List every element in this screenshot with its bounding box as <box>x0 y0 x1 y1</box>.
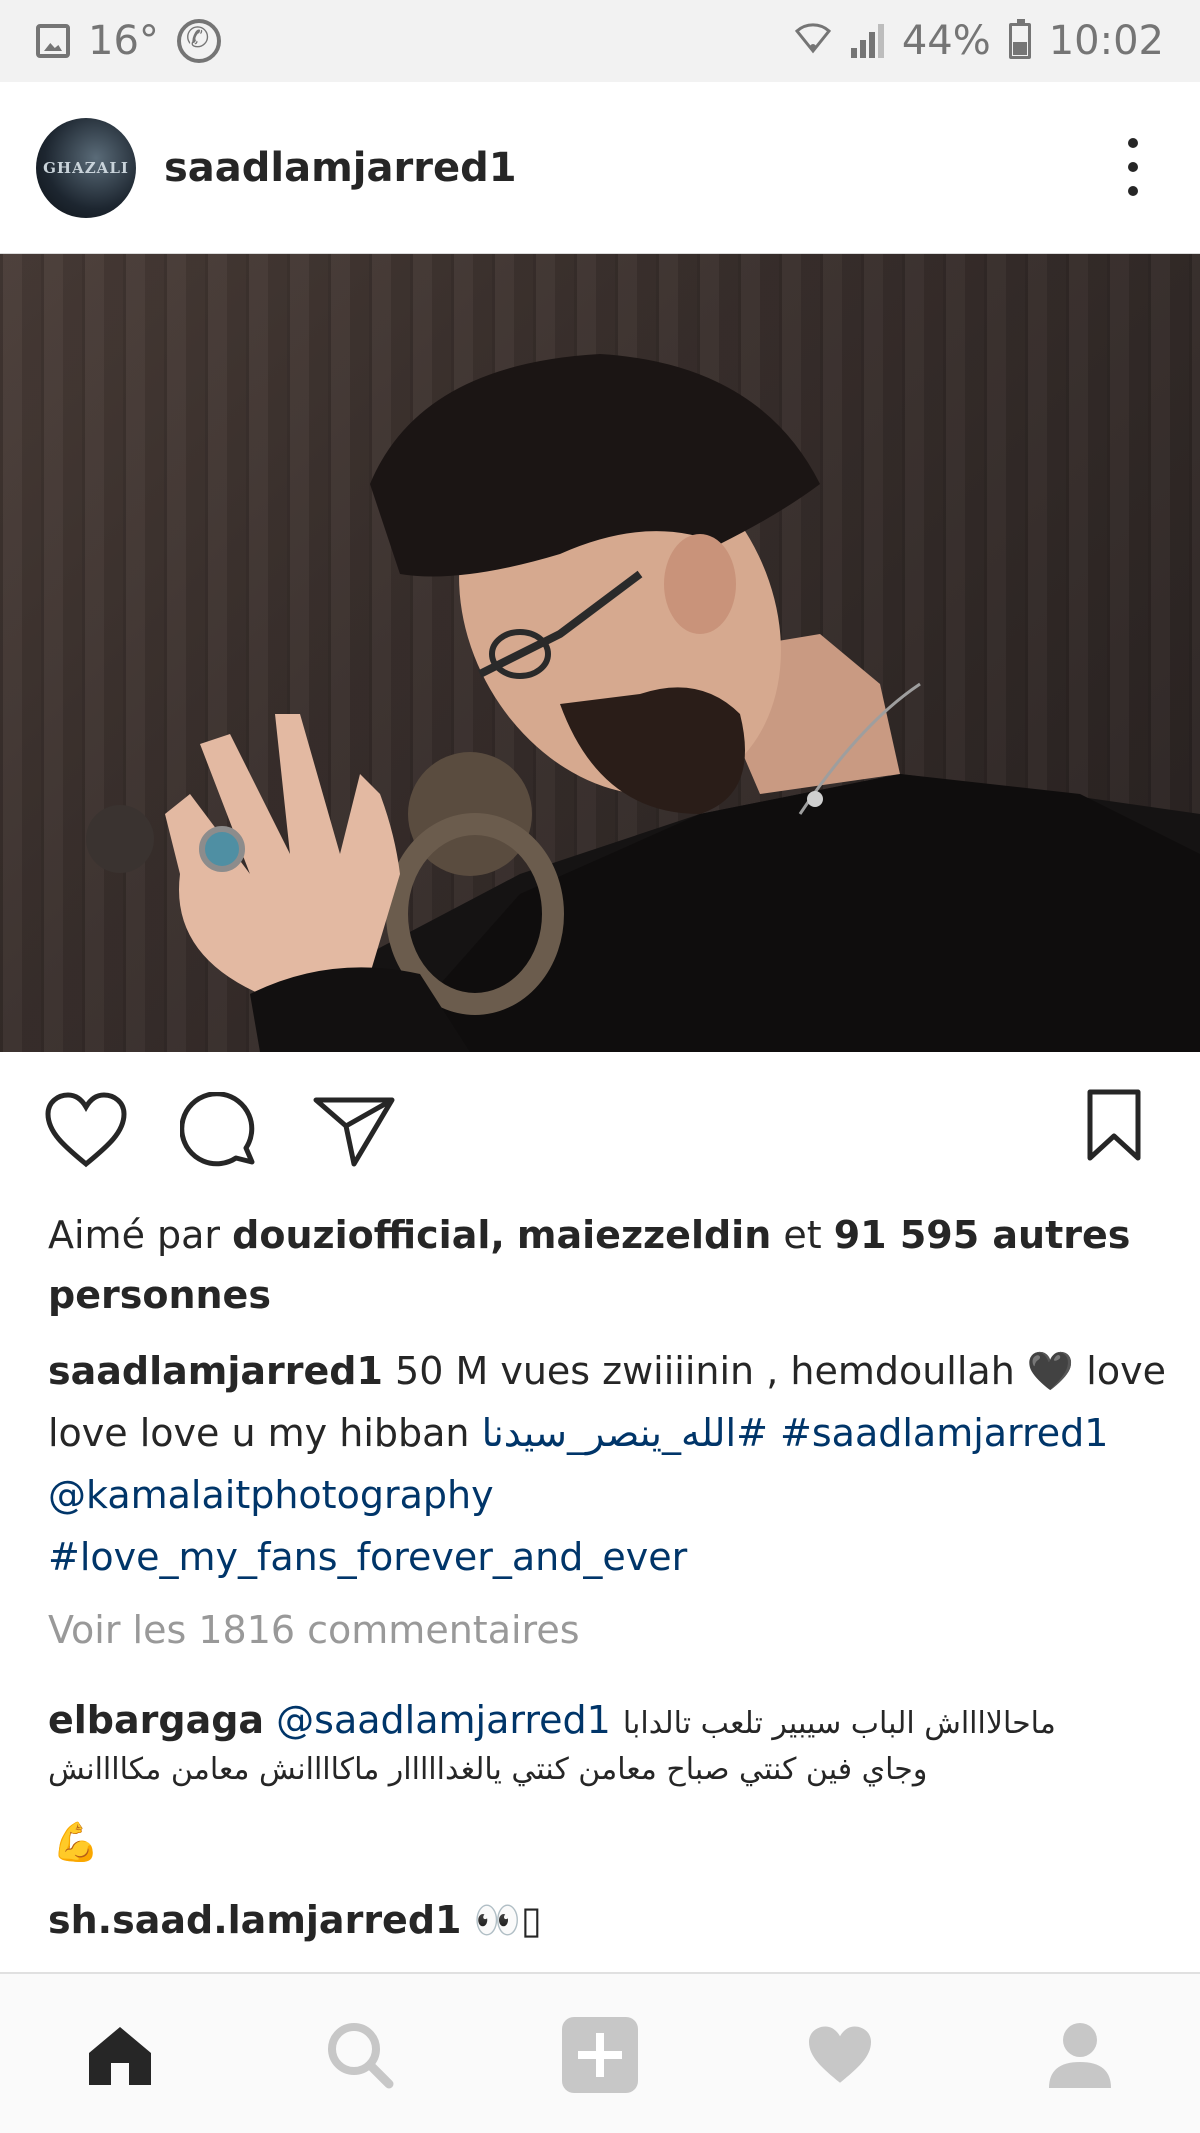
hashtag-saadlamjarred1[interactable]: #saadlamjarred1 <box>780 1411 1108 1455</box>
view-all-comments-link[interactable]: Voir les 1816 commentaires <box>48 1608 580 1652</box>
comment-text-line1: ماحالااااش الباب سيبير تلعب تالدابا <box>622 1706 1056 1741</box>
more-vertical-icon[interactable] <box>1128 138 1140 196</box>
clock: 10:02 <box>1048 18 1164 64</box>
comment-mention[interactable]: @saadlamjarred1 <box>276 1698 611 1742</box>
avatar-text: GHAZALI <box>43 158 129 177</box>
signal-icon <box>850 24 884 58</box>
avatar[interactable]: GHAZALI <box>36 117 136 218</box>
home-icon[interactable] <box>45 1974 195 2133</box>
bottom-navigation <box>0 1972 1200 2133</box>
bookmark-icon[interactable] <box>1086 1088 1142 1166</box>
likes-prefix: Aimé par <box>48 1213 221 1257</box>
send-icon[interactable] <box>312 1094 396 1172</box>
comment-item: sh.saad.lamjarred1 👀▯ <box>48 1898 542 1943</box>
flexed-bicep-emoji: 💪 <box>52 1820 100 1864</box>
heart-icon[interactable] <box>44 1092 128 1172</box>
activity-heart-icon[interactable] <box>765 1974 915 2133</box>
hashtag-arabic[interactable]: #الله_ينصر_سيدنا <box>482 1411 768 1455</box>
comment-username[interactable]: sh.saad.lamjarred1 <box>48 1898 461 1942</box>
gallery-notification-icon <box>36 24 70 58</box>
liked-by-user-1[interactable]: douziofficial, <box>232 1213 505 1257</box>
comment-text: 👀▯ <box>473 1898 542 1942</box>
post-photo[interactable] <box>0 254 1200 1052</box>
status-left: 16° <box>36 18 221 64</box>
comment-username[interactable]: elbargaga <box>48 1698 264 1742</box>
caption-author[interactable]: saadlamjarred1 <box>48 1349 383 1393</box>
comment-icon[interactable] <box>179 1091 258 1174</box>
post-username[interactable]: saadlamjarred1 <box>164 145 517 191</box>
profile-icon[interactable] <box>1005 1974 1155 2133</box>
post-header: GHAZALI saadlamjarred1 <box>0 82 1200 254</box>
post-caption: saadlamjarred1 50 M vues zwiiiinin , hem… <box>48 1340 1168 1588</box>
add-post-icon[interactable] <box>525 1974 675 2133</box>
likes-and: et <box>783 1213 822 1257</box>
hashtag-love-my-fans[interactable]: #love_my_fans_forever_and_ever <box>48 1535 687 1579</box>
comment-text-line2: وجاي فين كنتي صباح معامن كنتي يالغدااااا… <box>48 1752 928 1787</box>
wifi-icon <box>793 17 833 66</box>
status-bar: 16° 44% 10:02 <box>0 0 1200 82</box>
comment-item: elbargaga @saadlamjarred1 ماحالااااش الب… <box>48 1690 1168 1754</box>
status-right: 44% 10:02 <box>793 17 1164 66</box>
whatsapp-notification-icon <box>176 19 221 63</box>
temperature: 16° <box>88 18 159 64</box>
mention-kamalaitphotography[interactable]: @kamalaitphotography <box>48 1473 494 1517</box>
post-actions <box>0 1052 1200 1202</box>
likes-summary: Aimé par douziofficial, maiezzeldin et 9… <box>48 1205 1158 1325</box>
liked-by-user-2[interactable]: maiezzeldin <box>517 1213 771 1257</box>
battery-percent: 44% <box>901 18 991 64</box>
battery-icon <box>1008 19 1031 59</box>
search-icon[interactable] <box>285 1974 435 2133</box>
